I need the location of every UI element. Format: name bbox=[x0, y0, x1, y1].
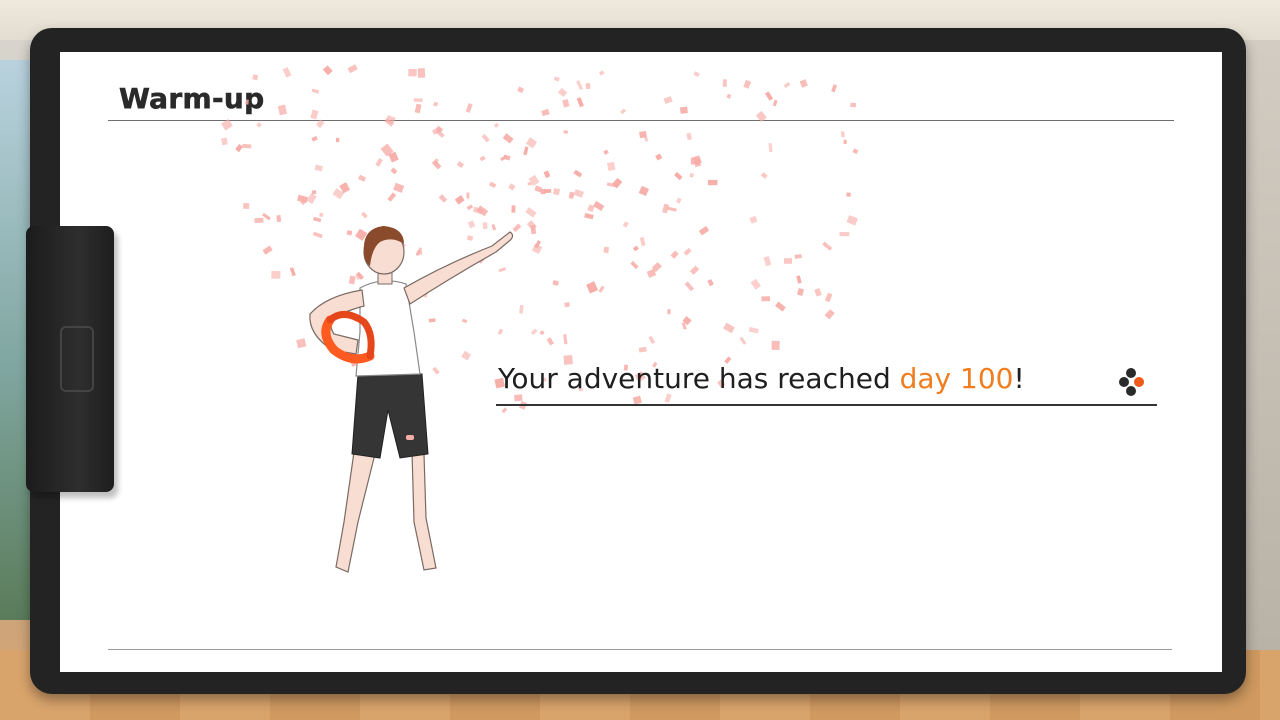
room-wall bbox=[1240, 40, 1280, 650]
day-message: Your adventure has reached day 100! bbox=[498, 362, 1025, 395]
clipboard-clip bbox=[26, 226, 114, 492]
character-figure bbox=[309, 226, 514, 573]
bottom-divider bbox=[108, 649, 1172, 650]
title-divider bbox=[108, 120, 1174, 121]
message-suffix: ! bbox=[1013, 362, 1025, 395]
message-divider bbox=[496, 404, 1157, 406]
advance-dots-icon[interactable] bbox=[1119, 367, 1153, 397]
clip-notch bbox=[60, 326, 94, 392]
page-title: Warm-up bbox=[119, 82, 265, 116]
message-text: Your adventure has reached bbox=[498, 362, 900, 395]
day-highlight: day 100 bbox=[899, 362, 1014, 395]
